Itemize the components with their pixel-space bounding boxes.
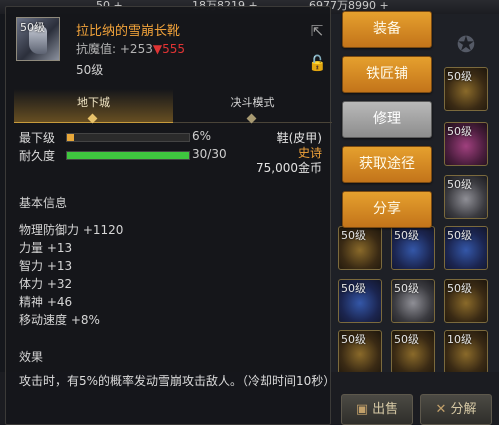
attr-row: 智力 +13 <box>19 259 73 273</box>
star-icon[interactable]: ✪ <box>454 34 478 58</box>
obtain-source-button[interactable]: 获取途径 <box>342 146 432 183</box>
inventory-slot[interactable]: 50级 <box>444 67 488 111</box>
share-icon[interactable]: ⇱ <box>308 22 326 40</box>
attr-row: 移动速度 +8% <box>19 313 100 327</box>
durability-bar <box>66 151 190 160</box>
basic-info-title: 基本信息 <box>19 196 68 210</box>
durability-fill <box>67 152 189 159</box>
tab-pvp[interactable]: 决斗模式 <box>173 89 332 124</box>
inventory-slot[interactable]: 50级 <box>444 122 488 166</box>
share-button[interactable]: 分享 <box>342 191 432 228</box>
item-name: 拉比纳的雪崩长靴 <box>76 24 181 39</box>
repair-button[interactable]: 修理 <box>342 101 432 138</box>
inventory-slot[interactable]: 50级 <box>444 226 488 270</box>
disassemble-button[interactable]: ✕ 分解 <box>420 394 492 425</box>
item-price: 75,000金币 <box>256 161 322 175</box>
attr-row: 精神 +46 <box>19 295 73 309</box>
attr-row: 物理防御力 +1120 <box>19 223 124 237</box>
durability-value: 30/30 <box>192 147 227 161</box>
inventory-slot[interactable]: 50级 <box>338 279 382 323</box>
tab-dungeon[interactable]: 地下城 <box>14 89 173 124</box>
disassemble-icon: ✕ <box>435 402 447 417</box>
effect-text: 攻击时，有5%的概率发动雪崩攻击敌人。（冷却时间10秒） <box>19 374 336 388</box>
durability-label: 耐久度 <box>19 149 56 163</box>
sell-icon: ▣ <box>355 402 369 417</box>
min-level-fill <box>67 134 75 141</box>
effect-title: 效果 <box>19 350 44 364</box>
resist-change: ▼555 <box>152 42 185 56</box>
blacksmith-button[interactable]: 铁匠铺 <box>342 56 432 93</box>
inventory-slot[interactable]: 50级 <box>391 279 435 323</box>
min-level-label: 最下级 <box>19 131 56 145</box>
mode-tabs: 地下城 决斗模式 <box>14 89 332 124</box>
inventory-slot[interactable]: 50级 <box>391 330 435 374</box>
magic-resist: 抗魔值: +253▼555 <box>76 42 185 56</box>
inventory-slot[interactable]: 50级 <box>391 226 435 270</box>
sell-button[interactable]: ▣ 出售 <box>341 394 413 425</box>
inventory-slot[interactable]: 50级 <box>444 279 488 323</box>
inventory-slot[interactable]: 50级 <box>444 175 488 219</box>
item-icon: 50级 <box>16 17 60 61</box>
lock-icon[interactable]: 🔓 <box>308 54 327 72</box>
tab-diamond-icon <box>87 113 98 124</box>
item-tooltip: 50级 拉比纳的雪崩长靴 抗魔值: +253▼555 50级 ⇱ 🔓 地下城 决… <box>5 6 335 425</box>
tab-diamond-icon <box>246 113 257 124</box>
attr-row: 力量 +13 <box>19 241 73 255</box>
min-level-bar <box>66 133 190 142</box>
equip-button[interactable]: 装备 <box>342 11 432 48</box>
inventory-slot[interactable]: 50级 <box>338 330 382 374</box>
item-icon-level: 50级 <box>20 21 45 34</box>
item-level: 50级 <box>76 63 104 77</box>
min-level-value: 6% <box>192 129 212 143</box>
attr-row: 体力 +32 <box>19 277 73 291</box>
inventory-slot[interactable]: 50级 <box>338 226 382 270</box>
inventory-slot[interactable]: 10级 <box>444 330 488 374</box>
